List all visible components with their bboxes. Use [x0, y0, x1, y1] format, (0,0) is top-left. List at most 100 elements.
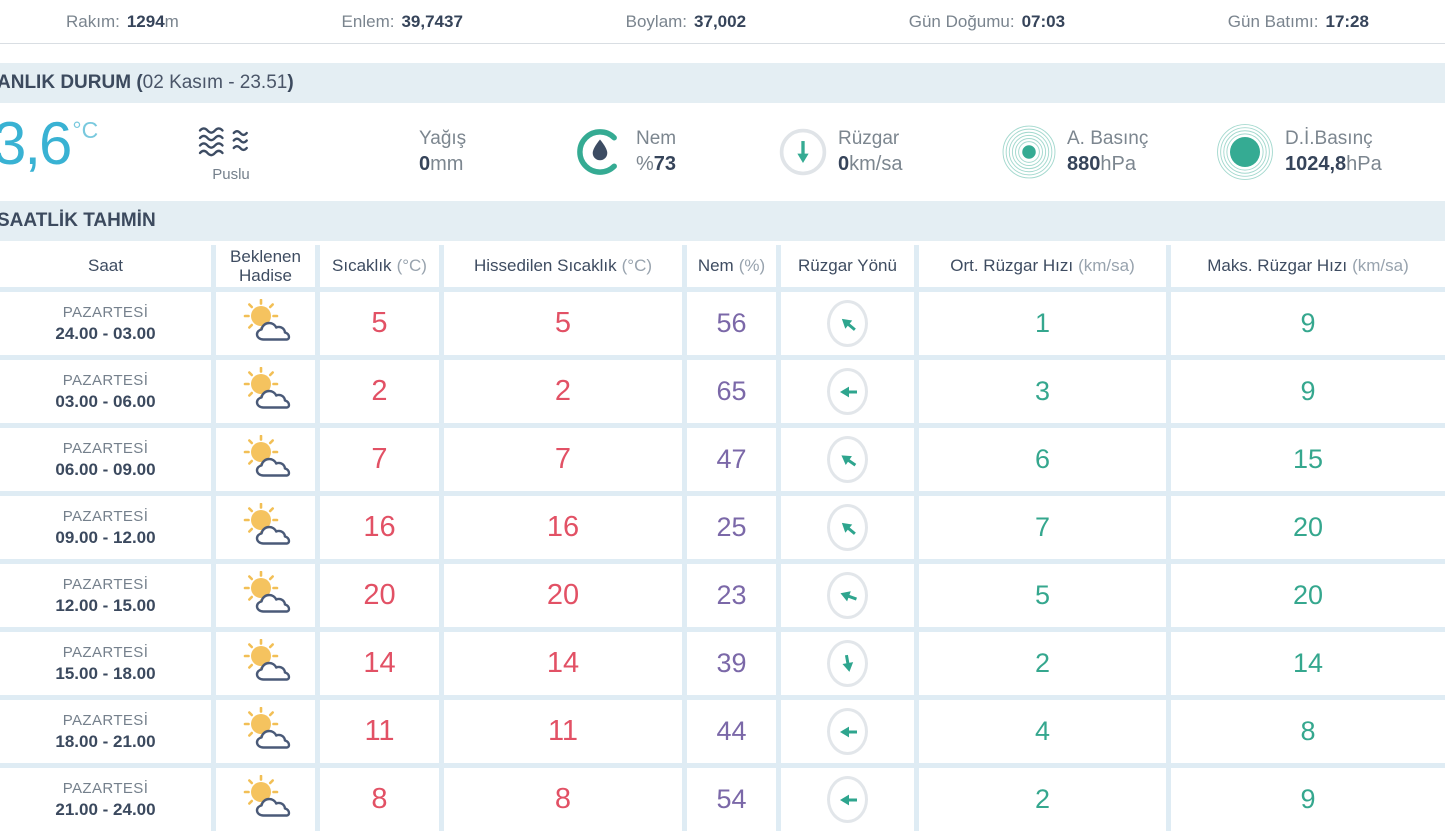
wind-direction-arrow — [832, 308, 863, 339]
column-header-condition: Beklenen Hadise — [216, 245, 315, 287]
row-time: 09.00 - 12.00 — [55, 527, 156, 547]
feels-like-cell: 5 — [444, 292, 682, 355]
wind-direction-cell — [781, 700, 914, 763]
wind-direction-ring — [827, 776, 868, 823]
temperature-unit: °C — [72, 117, 99, 143]
expected-condition-cell — [216, 292, 315, 355]
max-wind-cell: 8 — [1171, 700, 1445, 763]
wind-direction-ring — [827, 640, 868, 687]
wind-direction-cell — [781, 292, 914, 355]
sea-pressure-rings-icon — [1216, 123, 1274, 181]
temperature-cell: 14 — [320, 632, 439, 695]
current-condition-group: Puslu — [197, 123, 265, 183]
humidity-droplet-icon — [575, 127, 625, 177]
altitude-info: Rakım: 1294m — [66, 12, 179, 32]
sea-level-pressure-value: 1024,8hPa — [1285, 153, 1382, 176]
feels-like-cell: 14 — [444, 632, 682, 695]
wind-direction-ring — [827, 300, 868, 347]
expected-condition-cell — [216, 496, 315, 559]
longitude-value: 37,002 — [694, 11, 747, 31]
actual-pressure-metric: A. Basınç 880hPa — [1002, 103, 1148, 201]
temperature-cell: 2 — [320, 360, 439, 423]
haze-icon — [197, 123, 265, 163]
longitude-label: Boylam: — [625, 11, 688, 31]
forecast-time-cell: PAZARTESİ 15.00 - 18.00 — [0, 632, 211, 695]
altitude-unit: m — [164, 11, 179, 31]
precipitation-label: Yağış — [419, 127, 467, 149]
temperature-cell: 5 — [320, 292, 439, 355]
row-day: PAZARTESİ — [62, 507, 149, 525]
sun-cloud-icon — [240, 638, 292, 688]
sun-cloud-icon — [240, 570, 292, 620]
latitude-value: 39,7437 — [401, 11, 463, 31]
precipitation-metric: Yağış 0mm — [419, 103, 466, 201]
max-wind-cell: 15 — [1171, 428, 1445, 491]
wind-direction-ring — [827, 708, 868, 755]
sun-cloud-icon — [240, 366, 292, 416]
avg-wind-cell: 2 — [919, 632, 1166, 695]
forecast-time-cell: PAZARTESİ 06.00 - 09.00 — [0, 428, 211, 491]
temperature-cell: 20 — [320, 564, 439, 627]
wind-direction-arrow — [837, 721, 859, 743]
forecast-time-cell: PAZARTESİ 18.00 - 21.00 — [0, 700, 211, 763]
avg-wind-cell: 4 — [919, 700, 1166, 763]
avg-wind-cell: 5 — [919, 564, 1166, 627]
wind-direction-arrow — [832, 512, 863, 543]
current-timestamp: 02 Kasım - 23.51 — [142, 72, 288, 93]
column-header-feels-like: Hissedilen Sıcaklık (°C) — [444, 245, 682, 287]
avg-wind-cell: 1 — [919, 292, 1166, 355]
humidity-metric: Nem %73 — [575, 103, 676, 201]
sunrise-info: Gün Doğumu: 07:03 — [909, 12, 1065, 32]
sea-level-pressure-label: D.İ.Basınç — [1285, 127, 1373, 149]
humidity-cell: 54 — [687, 768, 776, 831]
wind-metric: Rüzgar 0km/sa — [779, 103, 902, 201]
max-wind-cell: 9 — [1171, 292, 1445, 355]
actual-pressure-value: 880hPa — [1067, 153, 1136, 176]
column-header-max-wind: Maks. Rüzgar Hızı (km/sa) — [1171, 245, 1445, 287]
current-title: ANLIK DURUM ( — [0, 72, 143, 93]
sunset-info: Gün Batımı: 17:28 — [1228, 12, 1369, 32]
actual-pressure-label: A. Basınç — [1067, 127, 1149, 149]
row-time: 12.00 - 15.00 — [55, 595, 156, 615]
pressure-rings-icon — [1002, 125, 1056, 179]
feels-like-cell: 16 — [444, 496, 682, 559]
wind-direction-arrow — [832, 444, 863, 475]
forecast-time-cell: PAZARTESİ 24.00 - 03.00 — [0, 292, 211, 355]
altitude-label: Rakım: — [66, 11, 120, 31]
column-header-wind-direction: Rüzgar Yönü — [781, 245, 914, 287]
wind-direction-cell — [781, 768, 914, 831]
forecast-time-cell: PAZARTESİ 09.00 - 12.00 — [0, 496, 211, 559]
feels-like-cell: 7 — [444, 428, 682, 491]
wind-direction-arrow — [837, 381, 859, 403]
sea-level-pressure-metric: D.İ.Basınç 1024,8hPa — [1216, 103, 1382, 201]
row-day: PAZARTESİ — [62, 779, 149, 797]
wind-direction-arrow — [833, 581, 861, 609]
condition-text: Puslu — [212, 166, 250, 183]
temperature-cell: 11 — [320, 700, 439, 763]
max-wind-cell: 20 — [1171, 496, 1445, 559]
row-time: 24.00 - 03.00 — [55, 323, 156, 343]
feels-like-cell: 2 — [444, 360, 682, 423]
wind-direction-arrow — [835, 651, 860, 676]
wind-direction-arrow — [837, 789, 859, 811]
wind-value: 0km/sa — [838, 153, 903, 176]
humidity-cell: 47 — [687, 428, 776, 491]
column-header-avg-wind: Ort. Rüzgar Hızı (km/sa) — [919, 245, 1166, 287]
wind-direction-cell — [781, 428, 914, 491]
hourly-forecast-table: Saat Beklenen Hadise Sıcaklık (°C) Hissed… — [0, 245, 1445, 831]
column-header-time: Saat — [0, 245, 211, 287]
station-info-bar: Rakım: 1294m Enlem: 39,7437 Boylam: 37,002 … — [0, 0, 1445, 44]
latitude-info: Enlem: 39,7437 — [342, 12, 463, 32]
max-wind-cell: 9 — [1171, 768, 1445, 831]
temperature-cell: 16 — [320, 496, 439, 559]
humidity-cell: 44 — [687, 700, 776, 763]
wind-label: Rüzgar — [838, 127, 900, 149]
expected-condition-cell — [216, 768, 315, 831]
sun-cloud-icon — [240, 774, 292, 824]
max-wind-cell: 14 — [1171, 632, 1445, 695]
feels-like-cell: 8 — [444, 768, 682, 831]
wind-direction-ring — [827, 368, 868, 415]
row-time: 15.00 - 18.00 — [55, 663, 156, 683]
row-day: PAZARTESİ — [62, 439, 149, 457]
sun-cloud-icon — [240, 706, 292, 756]
